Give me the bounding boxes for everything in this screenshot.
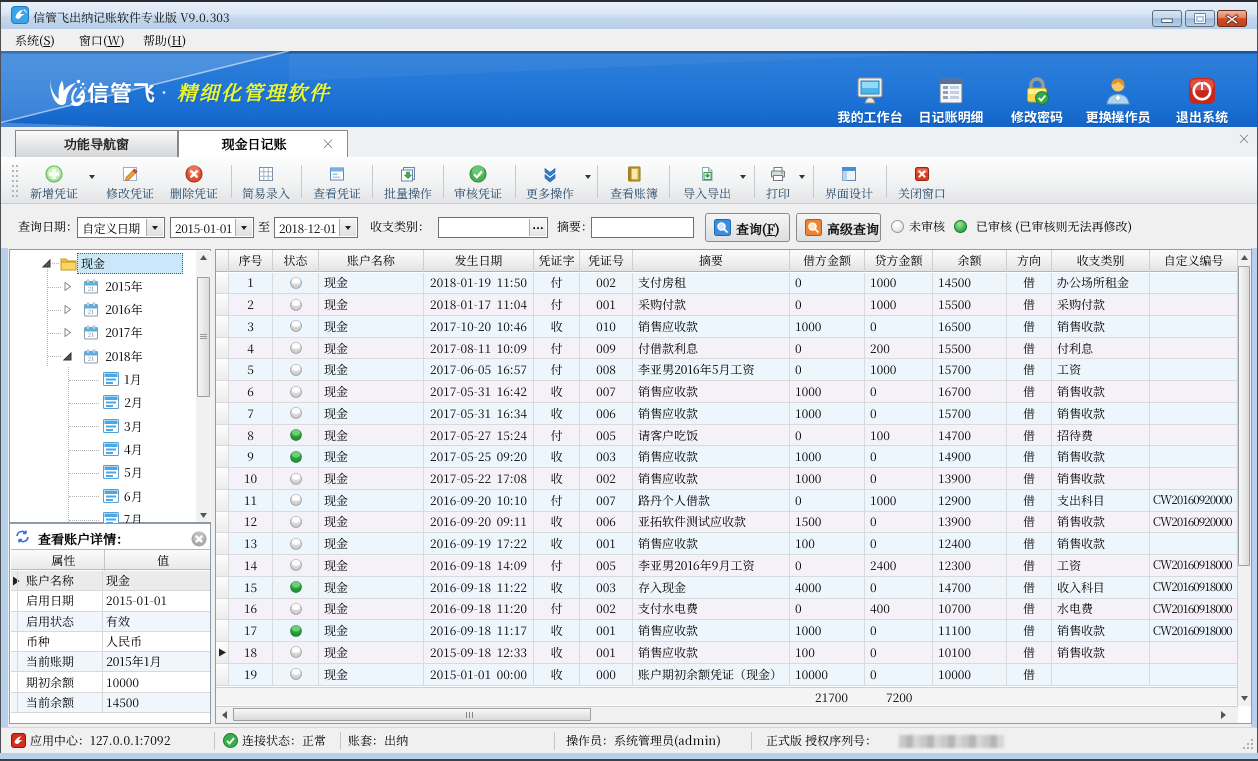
svg-text:21: 21 (88, 284, 95, 293)
svg-text:21: 21 (88, 330, 95, 339)
svg-text:21: 21 (88, 354, 95, 363)
svg-text:21: 21 (88, 307, 95, 316)
